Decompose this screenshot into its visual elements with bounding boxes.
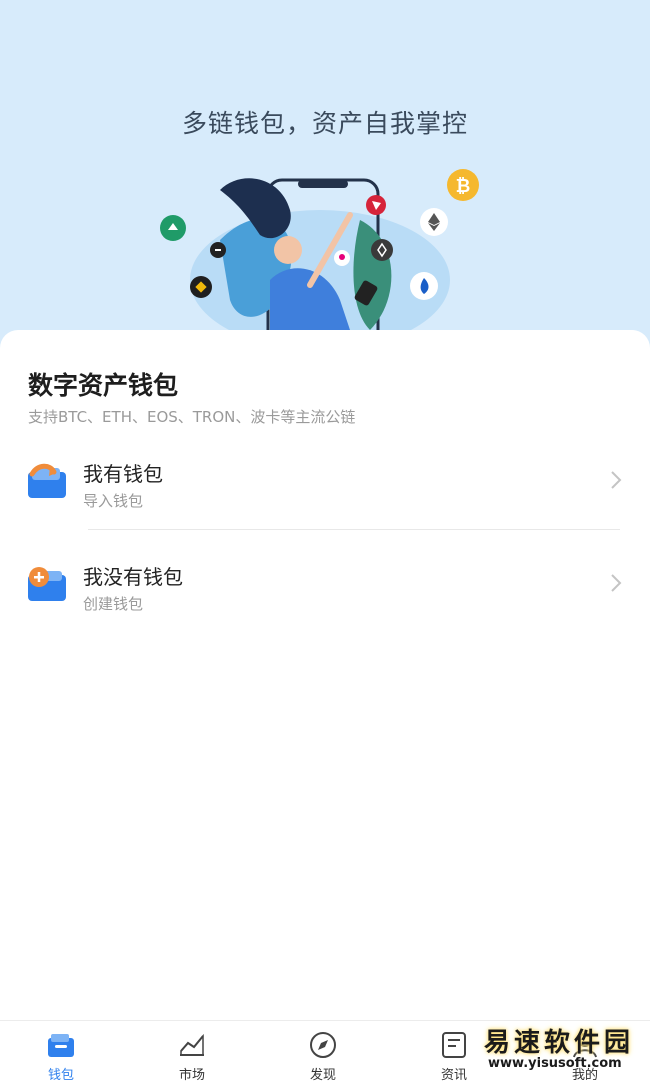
tab-label: 钱包 <box>47 1068 74 1083</box>
huobi-coin-icon <box>410 272 438 300</box>
tab-discover[interactable]: 发现 <box>273 1021 373 1083</box>
eth-coin-icon <box>420 208 448 236</box>
wallet-icon <box>48 1034 74 1057</box>
option-label: 我没有钱包 <box>83 565 183 589</box>
option-desc: 创建钱包 <box>83 595 144 613</box>
wallet-import-icon <box>28 463 66 498</box>
hero-banner: 多链钱包，资产自我掌控 ₿ <box>0 0 650 360</box>
bnb-coin-icon <box>190 276 212 298</box>
hero-title: 多链钱包，资产自我掌控 <box>181 109 468 138</box>
compass-icon <box>310 1032 336 1058</box>
sheet-subtitle: 支持BTC、ETH、EOS、TRON、波卡等主流公链 <box>28 408 356 426</box>
import-wallet-option[interactable]: 我有钱包 导入钱包 <box>0 440 650 530</box>
tab-wallet[interactable]: 钱包 <box>11 1021 111 1083</box>
wallet-sheet: 数字资产钱包 支持BTC、ETH、EOS、TRON、波卡等主流公链 我有钱包 导… <box>0 330 650 1030</box>
coin-icon-green <box>160 215 186 241</box>
news-icon <box>442 1032 466 1058</box>
option-label: 我有钱包 <box>83 462 163 486</box>
tab-label: 发现 <box>309 1068 336 1083</box>
hero-illustration <box>190 178 450 340</box>
coin-icon-black <box>210 242 226 258</box>
tab-label: 市场 <box>178 1068 205 1083</box>
option-desc: 导入钱包 <box>83 492 144 510</box>
watermark-title: 易速软件园 <box>484 1028 635 1058</box>
chart-icon <box>180 1033 204 1056</box>
watermark-url: www.yisusoft.com <box>488 1056 622 1071</box>
svg-text:₿: ₿ <box>456 176 471 197</box>
create-wallet-option[interactable]: 我没有钱包 创建钱包 <box>0 543 650 633</box>
btc-coin-icon: ₿ <box>447 169 479 201</box>
chevron-right-icon <box>611 574 622 592</box>
wallet-create-icon <box>28 567 66 601</box>
divider <box>88 529 620 530</box>
sheet-title: 数字资产钱包 <box>28 371 179 400</box>
site-watermark: 易速软件园 www.yisusoft.com <box>480 1022 645 1080</box>
tab-market[interactable]: 市场 <box>142 1021 242 1083</box>
chevron-right-icon <box>611 471 622 489</box>
polkadot-coin-icon <box>334 250 350 266</box>
tron-coin-icon <box>366 195 386 215</box>
eos-coin-icon <box>371 239 393 261</box>
